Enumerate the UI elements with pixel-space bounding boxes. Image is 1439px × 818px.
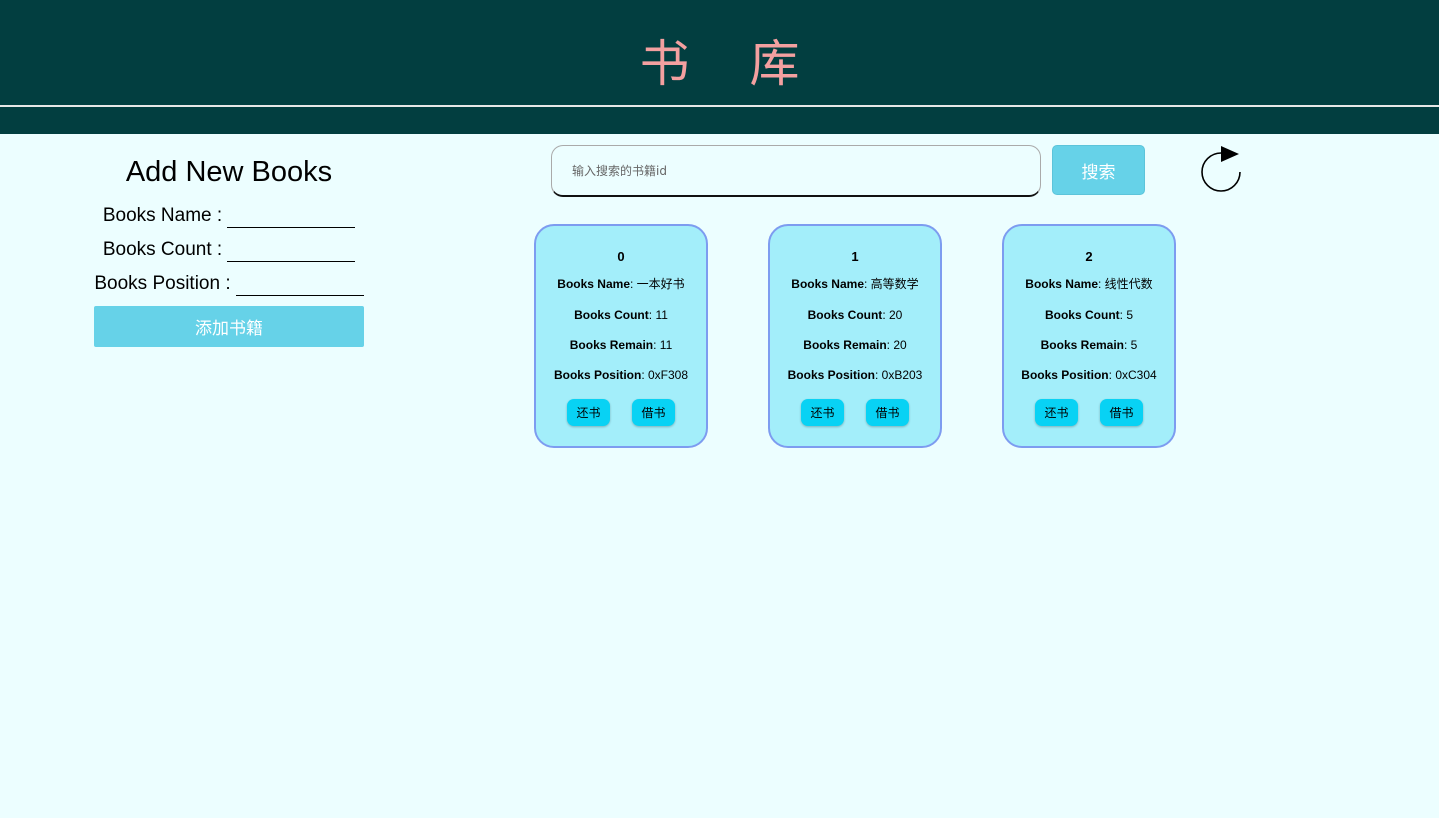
book-remain-label: Books Remain (803, 338, 887, 352)
book-count-line: Books Count: 20 (807, 308, 903, 322)
book-remain-line: Books Remain: 5 (1040, 338, 1138, 352)
add-book-panel: Add New Books Books Name : Books Count :… (94, 150, 364, 347)
book-name-value: 一本好书 (636, 277, 685, 291)
book-name-line: Books Name: 一本好书 (557, 277, 685, 291)
search-input[interactable] (551, 145, 1041, 197)
book-count-label: Books Count (1044, 308, 1120, 322)
book-card: 0 Books Name: 一本好书 Books Count: 11 Books… (534, 224, 708, 448)
book-remain-label: Books Remain (569, 338, 654, 352)
add-book-button[interactable]: 添加书籍 (94, 306, 364, 347)
book-name-label: Books Name (557, 277, 630, 291)
books-name-input[interactable] (227, 205, 356, 228)
book-name-label: Books Name (791, 277, 864, 291)
book-remain-value: 5 (1130, 338, 1138, 352)
refresh-icon[interactable] (1197, 144, 1245, 194)
book-position-value: 0xF308 (647, 368, 689, 382)
book-position-value: 0xC304 (1115, 368, 1157, 382)
book-position-line: Books Position: 0xB203 (787, 368, 923, 382)
return-book-button[interactable]: 还书 (801, 399, 844, 426)
book-remain-label: Books Remain (1040, 338, 1124, 352)
borrow-book-button[interactable]: 借书 (632, 399, 675, 426)
book-position-label: Books Position (553, 368, 642, 382)
book-position-label: Books Position (1021, 368, 1109, 382)
books-name-row: Books Name : (94, 194, 364, 228)
book-count-value: 11 (655, 308, 668, 322)
borrow-book-button[interactable]: 借书 (1100, 399, 1143, 426)
book-name-value: 线性代数 (1104, 277, 1153, 291)
books-name-label: Books Name : (102, 205, 223, 226)
book-card: 1 Books Name: 高等数学 Books Count: 20 Books… (768, 224, 942, 448)
book-id: 2 (1085, 249, 1093, 264)
book-remain-line: Books Remain: 20 (803, 338, 907, 352)
book-count-line: Books Count: 5 (1044, 308, 1134, 322)
book-position-value: 0xB203 (881, 368, 923, 382)
book-card: 2 Books Name: 线性代数 Books Count: 5 Books … (1002, 224, 1176, 448)
book-count-value: 5 (1126, 308, 1134, 322)
header: 书库 (0, 0, 1439, 134)
book-name-value: 高等数学 (870, 277, 919, 291)
page-title: 书库 (639, 35, 860, 93)
header-divider (0, 105, 1439, 107)
book-remain-value: 11 (659, 338, 673, 352)
book-name-line: Books Name: 高等数学 (791, 277, 919, 291)
book-remain-value: 20 (893, 338, 907, 352)
books-count-label: Books Count : (102, 239, 223, 260)
books-position-input[interactable] (235, 273, 364, 296)
books-position-label: Books Position : (94, 273, 231, 294)
book-count-line: Books Count: 11 (574, 308, 668, 322)
book-id: 1 (851, 249, 859, 264)
return-book-button[interactable]: 还书 (1035, 399, 1078, 426)
add-books-title: Add New Books (125, 156, 333, 188)
book-remain-line: Books Remain: 11 (569, 338, 673, 352)
book-id: 0 (617, 249, 625, 264)
borrow-book-button[interactable]: 借书 (866, 399, 909, 426)
book-count-value: 20 (888, 308, 903, 322)
book-count-label: Books Count (574, 308, 649, 322)
book-position-line: Books Position: 0xC304 (1021, 368, 1157, 382)
books-position-row: Books Position : (94, 262, 364, 296)
book-name-label: Books Name (1025, 277, 1098, 291)
book-position-line: Books Position: 0xF308 (553, 368, 689, 382)
books-count-row: Books Count : (94, 228, 364, 262)
book-count-label: Books Count (807, 308, 883, 322)
return-book-button[interactable]: 还书 (567, 399, 610, 426)
search-button[interactable]: 搜索 (1052, 145, 1145, 195)
book-name-line: Books Name: 线性代数 (1025, 277, 1153, 291)
books-count-input[interactable] (227, 239, 356, 262)
book-position-label: Books Position (787, 368, 875, 382)
